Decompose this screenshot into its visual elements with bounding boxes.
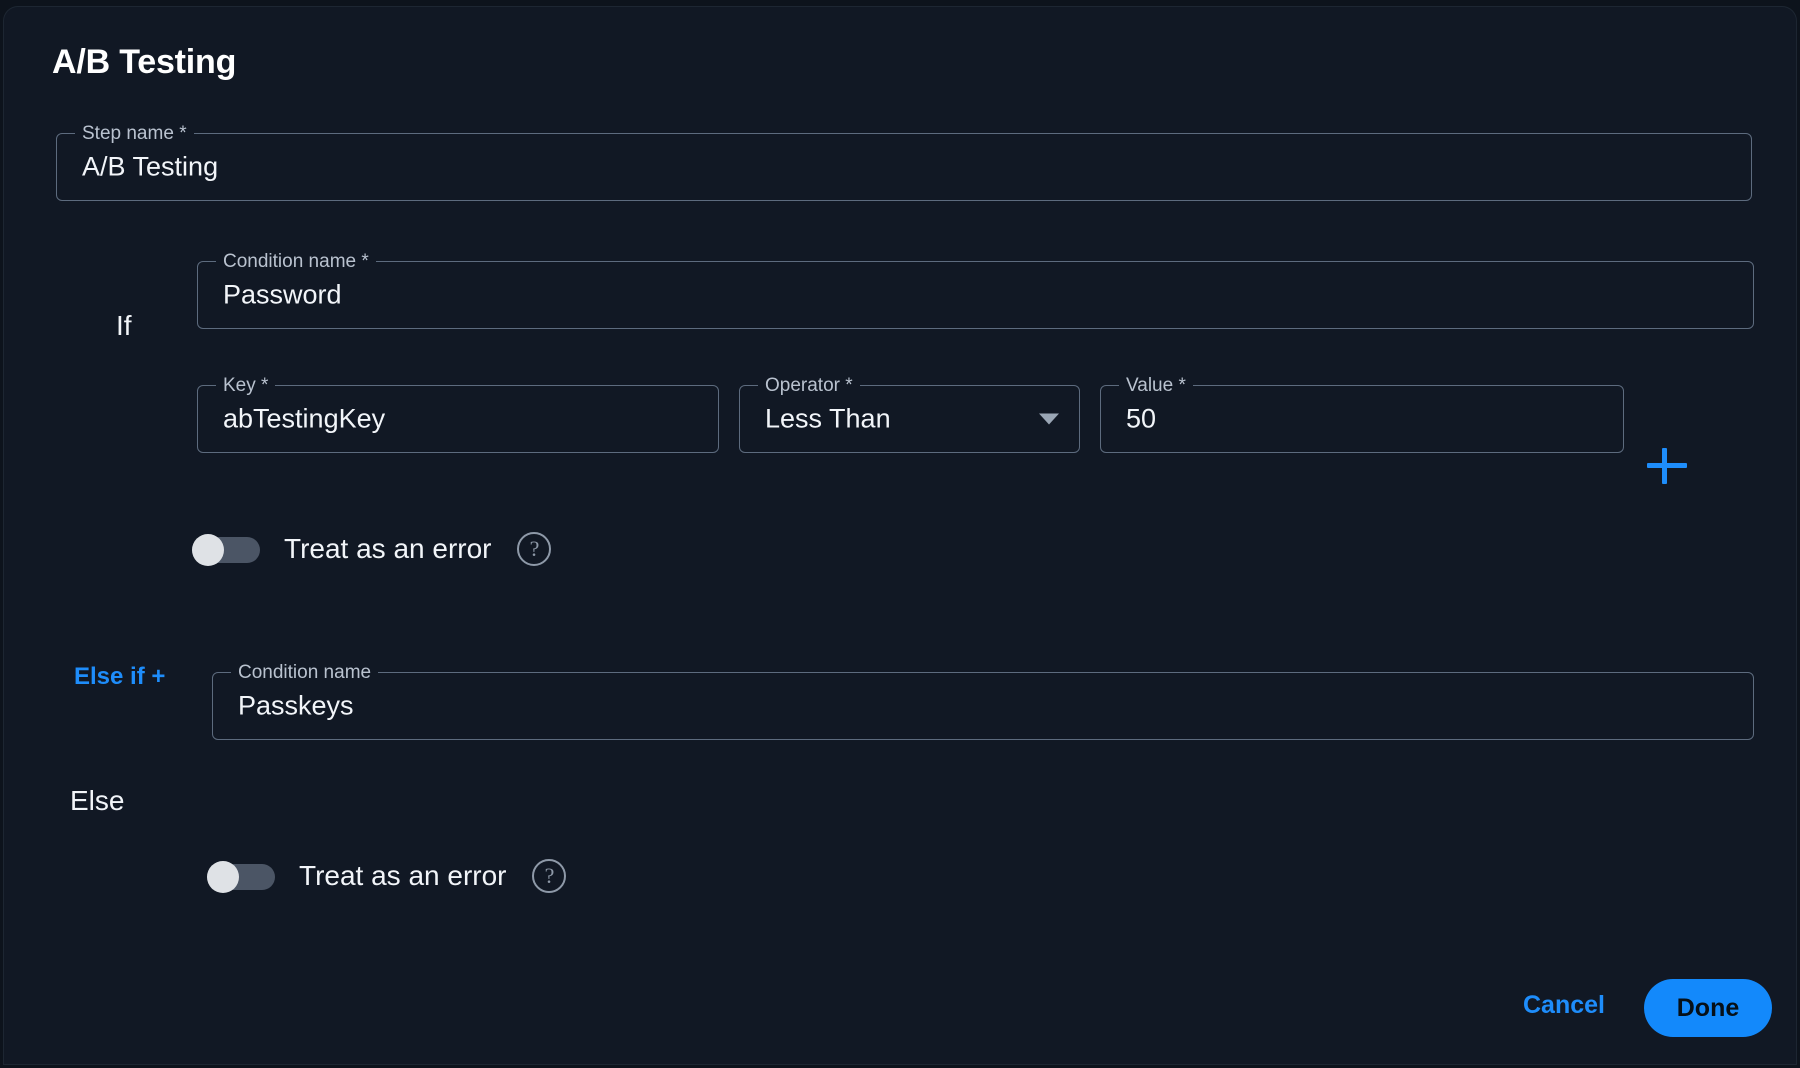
chevron-down-icon[interactable]: [1039, 413, 1059, 425]
if-condition-name-label: Condition name *: [216, 251, 376, 273]
else-if-add-link[interactable]: Else if +: [74, 663, 165, 691]
if-value-label: Value *: [1119, 375, 1193, 397]
help-circle-icon[interactable]: ?: [532, 859, 567, 893]
if-key-value: abTestingKey: [223, 403, 386, 434]
ab-testing-dialog: A/B Testing Step name * A/B Testing If C…: [4, 7, 1796, 1064]
help-circle-icon[interactable]: ?: [517, 532, 552, 566]
step-name-field[interactable]: Step name * A/B Testing: [56, 123, 1752, 201]
done-button[interactable]: Done: [1644, 979, 1772, 1037]
if-key-field[interactable]: Key * abTestingKey: [197, 375, 719, 453]
if-branch-label: If: [116, 310, 132, 341]
if-condition-name-value: Password: [223, 279, 342, 310]
else-treat-as-error-row: Treat as an error ?: [207, 859, 567, 893]
if-operator-value: Less Than: [765, 403, 891, 434]
else-condition-name-value: Passkeys: [238, 690, 354, 721]
else-condition-name-label: Condition name: [231, 662, 379, 684]
if-treat-as-error-row: Treat as an error ?: [192, 532, 552, 566]
if-value-value: 50: [1126, 403, 1157, 434]
step-name-value: A/B Testing: [82, 151, 219, 182]
toggle-knob: [207, 861, 239, 893]
if-treat-as-error-label: Treat as an error: [284, 533, 492, 564]
plus-icon[interactable]: [1645, 444, 1689, 488]
if-key-label: Key *: [216, 375, 276, 397]
cancel-button[interactable]: Cancel: [1523, 991, 1605, 1020]
if-treat-as-error-toggle[interactable]: [192, 534, 260, 566]
else-treat-as-error-toggle[interactable]: [207, 861, 275, 893]
if-operator-select[interactable]: Operator * Less Than: [739, 375, 1080, 453]
else-branch-label: Else: [70, 785, 125, 816]
step-name-label: Step name *: [75, 123, 194, 145]
if-operator-label: Operator *: [758, 375, 860, 397]
else-condition-name-field[interactable]: Condition name Passkeys: [212, 662, 1754, 740]
toggle-knob: [192, 534, 224, 566]
if-condition-name-field[interactable]: Condition name * Password: [197, 251, 1754, 329]
if-value-field[interactable]: Value * 50: [1100, 375, 1624, 453]
page-title: A/B Testing: [52, 43, 237, 81]
else-treat-as-error-label: Treat as an error: [299, 860, 507, 891]
